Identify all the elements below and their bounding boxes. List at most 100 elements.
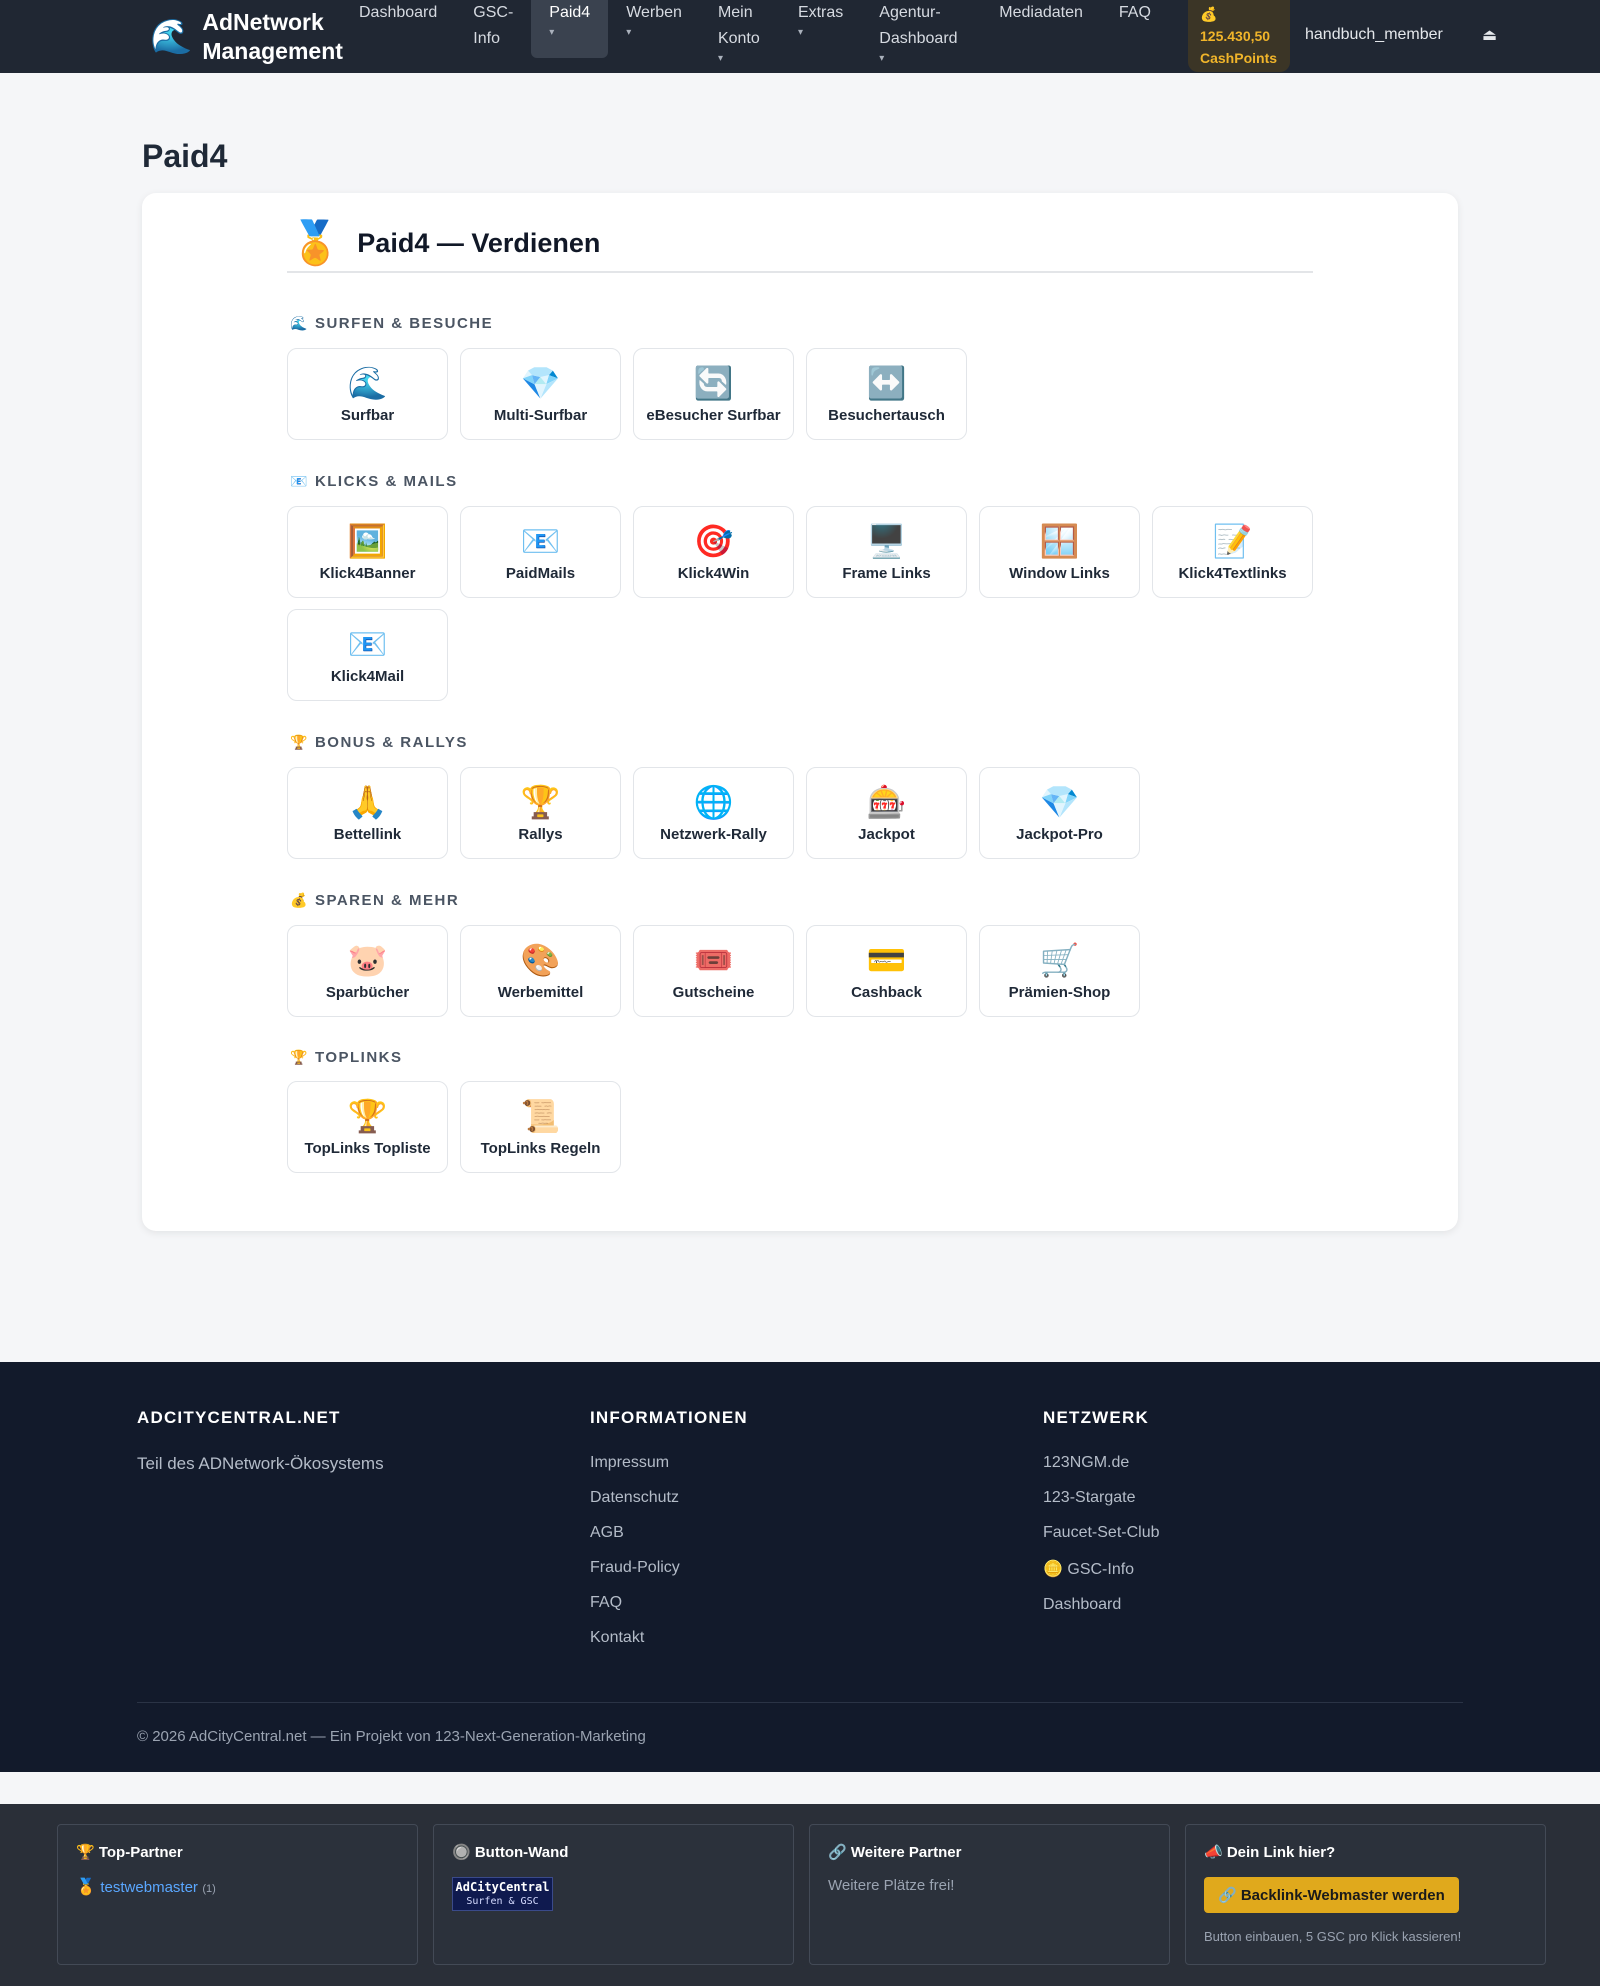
nav-faq[interactable]: FAQ [1101,0,1169,58]
wave-icon: 🌊 [150,18,193,56]
footer-link-123ngm[interactable]: 123NGM.de [1043,1454,1160,1472]
footer-link-faucet-set-club[interactable]: Faucet-Set-Club [1043,1524,1160,1542]
tile-jackpot[interactable]: 🎰 Jackpot [806,767,967,859]
trophy-icon: 🏆 [290,734,309,750]
cashpoints-badge[interactable]: 💰 125.430,50 CashPoints [1188,0,1290,72]
footer-link-agb[interactable]: AGB [590,1524,748,1542]
tile-label: Klick4Banner [319,565,416,582]
tile-surfbar[interactable]: 🌊 Surfbar [287,348,448,440]
praying-hands-icon: 🙏 [347,784,388,820]
nav-label: FAQ [1118,4,1151,21]
tile-klick4textlinks[interactable]: 📝 Klick4Textlinks [1152,506,1313,598]
nav-label: Werben [626,4,682,21]
nav-werben[interactable]: Werben ▾ [608,0,700,58]
top-partner-box: 🏆 Top-Partner 🏅 testwebmaster (1) [57,1824,418,1965]
section-title: SPAREN & MEHR [314,892,460,909]
footer-tagline: Teil des ADNetwork-Ökosystems [137,1454,384,1473]
cashpoints-label: CashPoints [1200,50,1278,66]
footer-link-fraud-policy[interactable]: Fraud-Policy [590,1559,748,1577]
more-partners-box: 🔗 Weitere Partner Weitere Plätze frei! [809,1824,1170,1965]
tile-cashback[interactable]: 💳 Cashback [806,925,967,1017]
tile-klick4mail[interactable]: 📧 Klick4Mail [287,609,448,701]
tile-jackpot-pro[interactable]: 💎 Jackpot-Pro [979,767,1140,859]
tile-sparbuecher[interactable]: 🐷 Sparbücher [287,925,448,1017]
tile-label: Besuchertausch [828,407,945,424]
backlink-webmaster-button[interactable]: 🔗 Backlink-Webmaster werden [1204,1877,1459,1913]
banner-line: Surfen & GSC [466,1896,539,1907]
diamond-icon: 💎 [1039,784,1080,820]
tile-label: Netzwerk-Rally [660,826,767,843]
footer-link-123-stargate[interactable]: 123-Stargate [1043,1489,1160,1507]
credit-card-icon: 💳 [866,942,907,978]
tile-paidmails[interactable]: 📧 PaidMails [460,506,621,598]
section-klicks-mails: 📧 KLICKS & MAILS [290,473,458,490]
tile-label: Surfbar [340,407,395,424]
footer-col-network: NETZWERK 123NGM.de 123-Stargate Faucet-S… [1043,1408,1160,1631]
diamond-icon: 💎 [520,365,561,401]
username[interactable]: handbuch_member [1305,26,1443,44]
footer-link-impressum[interactable]: Impressum [590,1454,748,1472]
banner-line: AdCityCentral [455,1880,550,1894]
trophy-icon: 🏆 [520,784,561,820]
memo-icon: 📝 [1212,523,1253,559]
tile-window-links[interactable]: 🪟 Window Links [979,506,1140,598]
tile-label: TopLinks Topliste [304,1140,431,1157]
footer-link-kontakt[interactable]: Kontakt [590,1629,748,1647]
partner-bar: 🏆 Top-Partner 🏅 testwebmaster (1) 🔘 Butt… [0,1804,1600,1986]
tile-klick4win[interactable]: 🎯 Klick4Win [633,506,794,598]
section-bonus-rallys: 🏆 BONUS & RALLYS [290,734,468,751]
tile-multi-surfbar[interactable]: 💎 Multi-Surfbar [460,348,621,440]
footer-link-dashboard[interactable]: Dashboard [1043,1596,1160,1614]
tile-label: Gutscheine [672,984,755,1001]
footer-heading: INFORMATIONEN [590,1408,748,1427]
nav-dashboard[interactable]: Dashboard [341,0,455,58]
palette-icon: 🎨 [520,942,561,978]
nav-mein-konto[interactable]: Mein Konto ▾ [700,0,780,64]
more-partners-text: Weitere Plätze frei! [828,1877,955,1894]
adcitycentral-banner-button[interactable]: AdCityCentral Surfen & GSC [452,1877,553,1911]
tile-netzwerk-rally[interactable]: 🌐 Netzwerk-Rally [633,767,794,859]
button-wall-title: 🔘 Button-Wand [452,1844,569,1861]
tile-gutscheine[interactable]: 🎟️ Gutscheine [633,925,794,1017]
footer-link-datenschutz[interactable]: Datenschutz [590,1489,748,1507]
tile-klick4banner[interactable]: 🖼️ Klick4Banner [287,506,448,598]
chevron-down-icon: ▾ [549,27,555,38]
footer-link-gsc-info[interactable]: 🪙 GSC-Info [1043,1559,1160,1579]
brand-name: AdNetwork Management [202,9,343,64]
brand-logo[interactable]: 🌊 AdNetwork Management [150,8,362,66]
nav-mediadaten[interactable]: Mediadaten [981,0,1101,58]
tile-label: Bettellink [333,826,402,843]
your-link-title: 📣 Dein Link hier? [1204,1844,1336,1861]
tile-label: Sparbücher [325,984,410,1001]
tile-label: Klick4Mail [330,668,405,685]
tile-label: Frame Links [842,565,931,582]
paid4-card: 🏅 Paid4 — Verdienen 🌊 SURFEN & BESUCHE 🌊 S… [142,193,1458,1231]
tile-werbemittel[interactable]: 🎨 Werbemittel [460,925,621,1017]
section-title: BONUS & RALLYS [314,734,468,751]
partner-link[interactable]: testwebmaster [100,1879,198,1896]
tile-ebesucher-surfbar[interactable]: 🔄 eBesucher Surfbar [633,348,794,440]
tile-label: eBesucher Surfbar [646,407,781,424]
footer-copyright: © 2026 AdCityCentral.net — Ein Projekt v… [137,1728,646,1745]
tile-rallys[interactable]: 🏆 Rallys [460,767,621,859]
tile-frame-links[interactable]: 🖥️ Frame Links [806,506,967,598]
logout-icon[interactable]: ⏏ [1482,25,1497,45]
tile-label: Cashback [851,984,922,1001]
nav-paid4[interactable]: Paid4 ▾ [531,0,609,58]
nav-gsc-info[interactable]: GSC-Info [455,0,531,58]
section-title: KLICKS & MAILS [314,473,458,490]
footer-heading: NETZWERK [1043,1408,1149,1427]
tile-toplinks-regeln[interactable]: 📜 TopLinks Regeln [460,1081,621,1173]
footer-link-faq[interactable]: FAQ [590,1594,748,1612]
tile-praemien-shop[interactable]: 🛒 Prämien-Shop [979,925,1140,1017]
tile-toplinks-topliste[interactable]: 🏆 TopLinks Topliste [287,1081,448,1173]
email-icon: 📧 [347,626,388,662]
tile-besuchertausch[interactable]: ↔️ Besuchertausch [806,348,967,440]
tile-bettellink[interactable]: 🙏 Bettellink [287,767,448,859]
tile-label: Multi-Surfbar [493,407,588,424]
partner-count: (1) [202,1883,216,1895]
nav-extras[interactable]: Extras ▾ [780,0,861,58]
nav-agentur-dashboard[interactable]: Agentur-Dashboard ▾ [861,0,981,64]
page-title: Paid4 [142,138,228,174]
framed-picture-icon: 🖼️ [347,523,388,559]
